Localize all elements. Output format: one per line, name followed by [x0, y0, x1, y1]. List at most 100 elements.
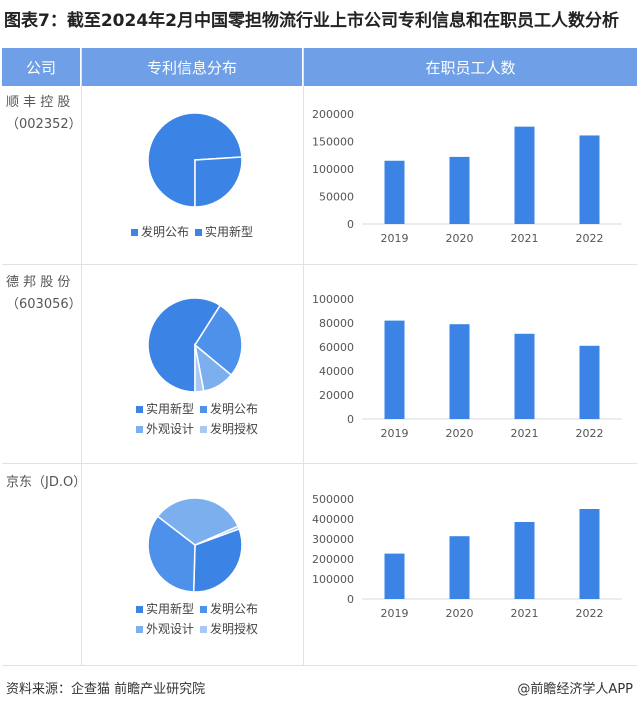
- bar-2020: [449, 536, 470, 599]
- legend-label: 实用新型: [205, 225, 254, 239]
- legend-swatch: [195, 228, 203, 236]
- legend-label: 发明公布: [141, 225, 190, 239]
- legend-label: 外观设计: [146, 422, 195, 436]
- bar-2021: [514, 126, 535, 224]
- y-tick-label: 500000: [312, 493, 354, 506]
- x-tick-label: 2019: [381, 427, 409, 440]
- legend-swatch: [200, 625, 208, 633]
- header-company: 公司: [2, 48, 80, 86]
- legend-swatch: [136, 625, 143, 633]
- y-tick-label: 150000: [312, 136, 354, 149]
- legend-label: 外观设计: [146, 622, 195, 636]
- pie-chart-db: [147, 297, 243, 393]
- bar-2020: [449, 156, 470, 224]
- bar-2021: [514, 522, 535, 599]
- legend-swatch: [136, 605, 143, 613]
- bar-2019: [384, 160, 405, 224]
- divider-row2: [2, 463, 637, 464]
- x-tick-label: 2022: [576, 607, 604, 620]
- y-tick-label: 50000: [319, 191, 354, 204]
- x-tick-label: 2021: [511, 607, 539, 620]
- legend-label: 发明授权: [210, 422, 259, 436]
- y-tick-label: 100000: [312, 293, 354, 306]
- footer-source: 资料来源：企查猫 前瞻产业研究院: [6, 682, 206, 697]
- bar-2022: [579, 509, 600, 599]
- company-sf-code: （002352）: [6, 117, 82, 132]
- legend-label: 实用新型: [146, 602, 195, 616]
- legend-item-shouquan: 发明授权: [200, 419, 258, 439]
- pie-slice-实用新型: [194, 156, 243, 208]
- y-tick-label: 0: [347, 413, 354, 426]
- company-db-code: （603056）: [6, 297, 82, 312]
- x-tick-label: 2021: [511, 232, 539, 245]
- legend-item-waiguan: 外观设计: [136, 419, 194, 439]
- header-staff-label: 在职员工人数: [425, 58, 516, 77]
- bar-chart-db: 0 20000 40000 60000 80000 100000 2019 2020 2021 2…: [312, 293, 622, 440]
- legend-swatch: [200, 425, 208, 433]
- legend-label: 发明公布: [210, 402, 259, 416]
- y-tick-label: 40000: [319, 365, 354, 378]
- bar-2022: [579, 135, 600, 224]
- y-tick-label: 80000: [319, 317, 354, 330]
- company-sf-name: 顺 丰 控 股: [6, 95, 71, 110]
- y-tick-label: 0: [347, 218, 354, 231]
- legend-item-xinxing: 实用新型: [136, 599, 194, 619]
- chart-title: 图表7：截至2024年2月中国零担物流行业上市公司专利信息和在职员工人数分析: [4, 11, 619, 31]
- legend-swatch: [200, 405, 208, 413]
- legend-db: 实用新型 发明公布 外观设计 发明授权: [136, 399, 258, 439]
- legend-label: 发明授权: [210, 622, 259, 636]
- x-tick-label: 2022: [576, 232, 604, 245]
- legend-swatch: [131, 228, 138, 236]
- legend-item-fabu: 发明公布: [131, 222, 189, 242]
- header-staff: 在职员工人数: [304, 48, 637, 86]
- x-tick-label: 2020: [446, 607, 474, 620]
- y-tick-label: 20000: [319, 389, 354, 402]
- y-tick-label: 200000: [312, 553, 354, 566]
- divider-row1: [2, 264, 637, 265]
- legend-item-fabu: 发明公布: [200, 599, 258, 619]
- y-tick-label: 100000: [312, 573, 354, 586]
- y-tick-label: 60000: [319, 341, 354, 354]
- company-db-name: 德 邦 股 份: [6, 275, 71, 290]
- y-tick-label: 0: [347, 593, 354, 606]
- y-tick-label: 300000: [312, 533, 354, 546]
- legend-sf: 发明公布 实用新型: [131, 222, 253, 242]
- legend-item-shouquan: 发明授权: [200, 619, 258, 639]
- pie-chart-sf: [147, 112, 243, 208]
- bar-2022: [579, 345, 600, 419]
- x-tick-label: 2019: [381, 232, 409, 245]
- legend-item-fabu: 发明公布: [200, 399, 258, 419]
- company-jd-name: 京东（JD.O）: [6, 475, 87, 490]
- pie-chart-jd: [147, 497, 243, 593]
- header-patent: 专利信息分布: [82, 48, 302, 86]
- x-tick-label: 2020: [446, 427, 474, 440]
- y-tick-label: 200000: [312, 108, 354, 121]
- x-tick-label: 2019: [381, 607, 409, 620]
- x-tick-label: 2020: [446, 232, 474, 245]
- bar-chart-sf: 0 50000 100000 150000 200000 2019 2020 2021 2022: [312, 108, 622, 245]
- legend-swatch: [200, 605, 208, 613]
- header-patent-label: 专利信息分布: [146, 58, 237, 77]
- divider-v1: [81, 48, 82, 665]
- bar-2020: [449, 324, 470, 419]
- legend-item-xinxing: 实用新型: [195, 222, 253, 242]
- divider-footer: [2, 665, 637, 666]
- legend-label: 实用新型: [146, 402, 195, 416]
- y-tick-label: 400000: [312, 513, 354, 526]
- header-company-label: 公司: [25, 58, 56, 77]
- legend-swatch: [136, 405, 143, 413]
- legend-item-xinxing: 实用新型: [136, 399, 194, 419]
- footer-brand: @前瞻经济学人APP: [517, 682, 633, 697]
- bar-2019: [384, 320, 405, 419]
- bar-2021: [514, 333, 535, 419]
- x-tick-label: 2021: [511, 427, 539, 440]
- legend-item-waiguan: 外观设计: [136, 619, 194, 639]
- legend-jd: 实用新型 发明公布 外观设计 发明授权: [136, 599, 258, 639]
- y-tick-label: 100000: [312, 163, 354, 176]
- bar-2019: [384, 553, 405, 599]
- bar-chart-jd: 0 100000 200000 300000 400000 500000 2019 2020 2…: [312, 493, 622, 620]
- legend-swatch: [136, 425, 143, 433]
- company-jd: 京东（JD.O）: [6, 472, 87, 494]
- company-db: 德 邦 股 份 （603056）: [6, 272, 82, 316]
- company-sf: 顺 丰 控 股 （002352）: [6, 92, 82, 136]
